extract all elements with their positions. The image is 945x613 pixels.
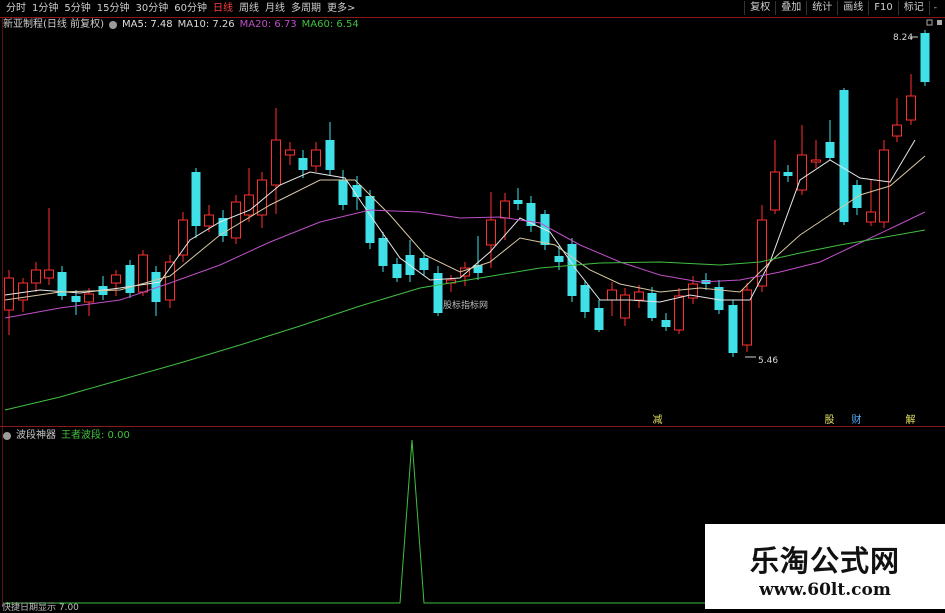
candle-body — [271, 139, 281, 186]
scroll-marker-icon — [937, 20, 942, 25]
candle-body — [44, 269, 54, 279]
candle-body — [892, 124, 902, 137]
candle-body — [647, 293, 657, 318]
candle-body — [111, 274, 121, 284]
candle-body — [580, 285, 590, 312]
candle-body — [811, 159, 821, 163]
candle-body — [742, 289, 752, 346]
candle-body — [728, 305, 738, 353]
candle-body — [500, 200, 510, 219]
candle-body — [770, 171, 780, 211]
candle-body — [486, 219, 496, 246]
candle-body — [554, 256, 564, 262]
candle-body — [191, 172, 201, 226]
candle-body — [866, 211, 876, 223]
candle-body — [620, 294, 630, 319]
candle-body — [125, 265, 135, 293]
candle-body — [71, 296, 81, 302]
candle-body — [285, 149, 295, 156]
candle-body — [674, 295, 684, 331]
marker-unlock[interactable]: 解 — [905, 415, 916, 426]
site-logo: 乐淘公式网 www.60lt.com — [705, 524, 945, 609]
candle-body — [607, 289, 617, 301]
low-price-label: 5.46 — [758, 356, 779, 366]
candle-body — [138, 254, 148, 293]
candle-body — [839, 90, 849, 222]
candle-body — [594, 308, 604, 330]
candle-body — [513, 200, 523, 204]
candle-body — [567, 244, 577, 296]
candle-body — [31, 269, 41, 284]
sub-title[interactable]: 波段神器 — [16, 430, 56, 442]
marker-reduce[interactable]: 减 — [652, 415, 663, 426]
overlay-watermark-text: 股标指标网 — [443, 298, 489, 311]
candle-body — [879, 149, 889, 223]
marker-finance[interactable]: 财 — [851, 415, 862, 426]
candle-body — [906, 95, 916, 121]
candle-body — [392, 264, 402, 278]
candle-body — [378, 238, 388, 266]
candle-body — [825, 142, 835, 158]
candle-body — [634, 291, 644, 301]
candle-body — [231, 201, 241, 239]
candle-body — [311, 149, 321, 167]
bottom-status: 快捷日期显示 7.00 — [2, 603, 79, 613]
candle-body — [325, 140, 335, 170]
marker-stock[interactable]: 股 — [824, 415, 835, 426]
sub-legend: 波段神器 王者波段: 0.00 — [3, 430, 130, 442]
logo-name: 乐淘公式网 — [749, 544, 900, 578]
candle-body — [661, 320, 671, 327]
candle-body — [783, 172, 793, 176]
candle-body — [84, 293, 94, 303]
candle-body — [419, 258, 429, 270]
sub-value: 王者波段: 0.00 — [61, 430, 130, 441]
high-price-label: 8.24 — [893, 33, 914, 43]
candle-body — [298, 158, 308, 170]
candle-body — [797, 154, 807, 191]
candle-body — [204, 214, 214, 227]
candle-body — [920, 33, 930, 82]
candle-body — [338, 180, 348, 205]
scroll-marker-icon — [926, 19, 933, 26]
logo-url: www.60lt.com — [759, 580, 891, 600]
sub-settings-gear-icon[interactable] — [3, 432, 11, 440]
